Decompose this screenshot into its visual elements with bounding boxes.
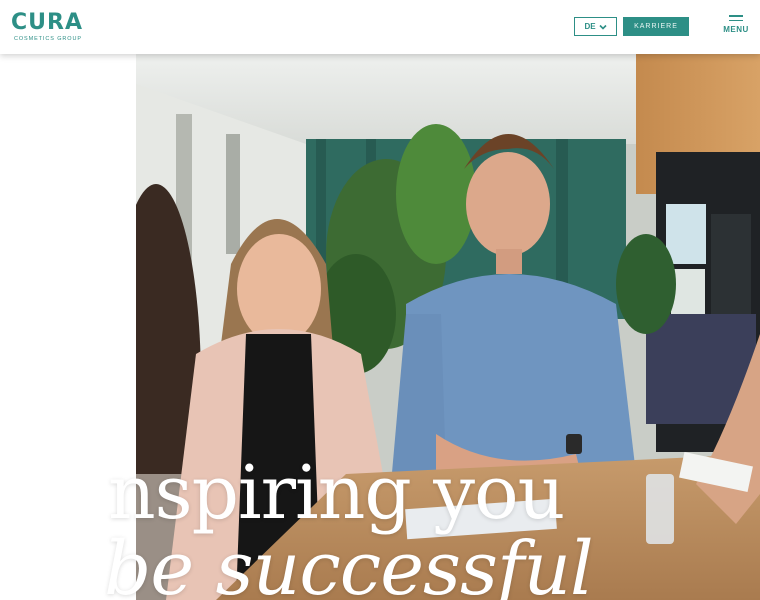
language-select[interactable]: DE: [574, 17, 617, 36]
language-value: DE: [584, 22, 596, 31]
site-header: CURA COSMETICS GROUP DE KARRIERE MENU: [0, 0, 760, 54]
hamburger-icon: [729, 15, 743, 24]
brand-logo[interactable]: CURA COSMETICS GROUP: [11, 10, 103, 43]
menu-button[interactable]: MENU: [721, 15, 751, 39]
hero-image: [136, 54, 760, 600]
hero-photo-illustration: [136, 54, 760, 600]
chevron-down-icon: [598, 24, 607, 30]
logo-tagline: COSMETICS GROUP: [14, 36, 82, 42]
career-button[interactable]: KARRIERE: [623, 17, 689, 36]
page-margin: [0, 54, 136, 600]
menu-label: MENU: [723, 25, 749, 34]
logo-wordmark: CURA: [11, 10, 83, 35]
